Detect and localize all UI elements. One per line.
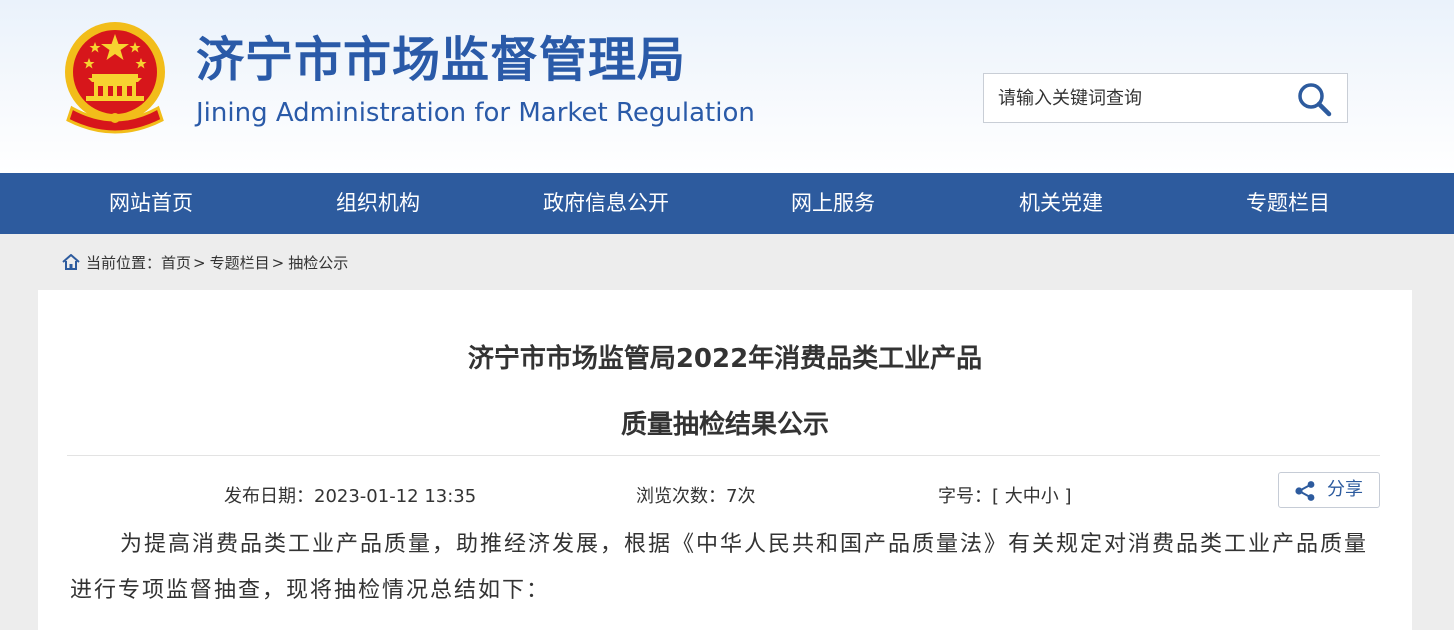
breadcrumb-special-topics[interactable]: 专题栏目: [210, 254, 270, 272]
national-emblem-icon: [65, 22, 165, 134]
search-button[interactable]: [1295, 80, 1335, 118]
breadcrumb-sampling-notice[interactable]: 抽检公示: [288, 254, 348, 272]
article-title-line1: 济宁市市场监管局2022年消费品类工业产品: [467, 344, 983, 374]
nav-item-organization[interactable]: 组织机构: [264, 173, 492, 234]
breadcrumb-separator: >: [271, 254, 285, 272]
article-paragraph: 为提高消费品类工业产品质量，助推经济发展，根据《中华人民共和国产品质量法》有关规…: [70, 532, 1369, 603]
breadcrumb: 当前位置：首页 > 专题栏目 > 抽检公示: [62, 251, 348, 275]
nav-item-home[interactable]: 网站首页: [37, 173, 265, 234]
title-divider: [67, 455, 1380, 456]
breadcrumb-home[interactable]: 首页: [161, 254, 191, 272]
font-size-open-bracket: [: [992, 486, 1005, 507]
font-size-close-bracket: ]: [1058, 486, 1072, 507]
nav-item-special-topics[interactable]: 专题栏目: [1174, 173, 1402, 234]
main-nav: 网站首页 组织机构 政府信息公开 网上服务 机关党建 专题栏目: [0, 173, 1454, 234]
search-box: [983, 73, 1348, 123]
share-button[interactable]: 分享: [1278, 472, 1380, 508]
site-title-cn: 济宁市市场监督管理局: [196, 32, 687, 88]
site-title-en: Jining Administration for Market Regulat…: [196, 98, 755, 128]
share-label: 分享: [1327, 479, 1363, 500]
nav-item-party-building[interactable]: 机关党建: [947, 173, 1175, 234]
publish-date: 发布日期：2023-01-12 13:35: [224, 482, 476, 508]
view-count-label: 浏览次数：: [636, 486, 726, 507]
publish-date-label: 发布日期：: [224, 486, 314, 507]
search-icon: [1298, 83, 1332, 117]
font-size-medium[interactable]: 中: [1023, 486, 1041, 507]
font-size-small[interactable]: 小: [1041, 486, 1059, 507]
view-count-value: 7次: [726, 486, 756, 507]
share-icon: [1295, 481, 1315, 501]
article-card: 济宁市市场监管局2022年消费品类工业产品 质量抽检结果公示 发布日期：2023…: [38, 290, 1412, 630]
article-title-line2: 质量抽检结果公示: [620, 410, 829, 440]
site-header: 济宁市市场监督管理局 Jining Administration for Mar…: [0, 0, 1454, 173]
nav-item-gov-info[interactable]: 政府信息公开: [492, 173, 720, 234]
font-size-label: 字号：: [938, 486, 992, 507]
home-icon: [62, 254, 80, 270]
search-input[interactable]: [984, 74, 1298, 122]
view-count: 浏览次数：7次: [636, 482, 755, 508]
font-size-large[interactable]: 大: [1005, 486, 1023, 507]
breadcrumb-prefix: 当前位置：: [86, 254, 162, 272]
publish-date-value: 2023-01-12 13:35: [314, 486, 477, 507]
font-size-control: 字号：[ 大中小 ]: [938, 482, 1072, 508]
breadcrumb-separator: >: [193, 254, 206, 272]
nav-item-online-service[interactable]: 网上服务: [719, 173, 947, 234]
